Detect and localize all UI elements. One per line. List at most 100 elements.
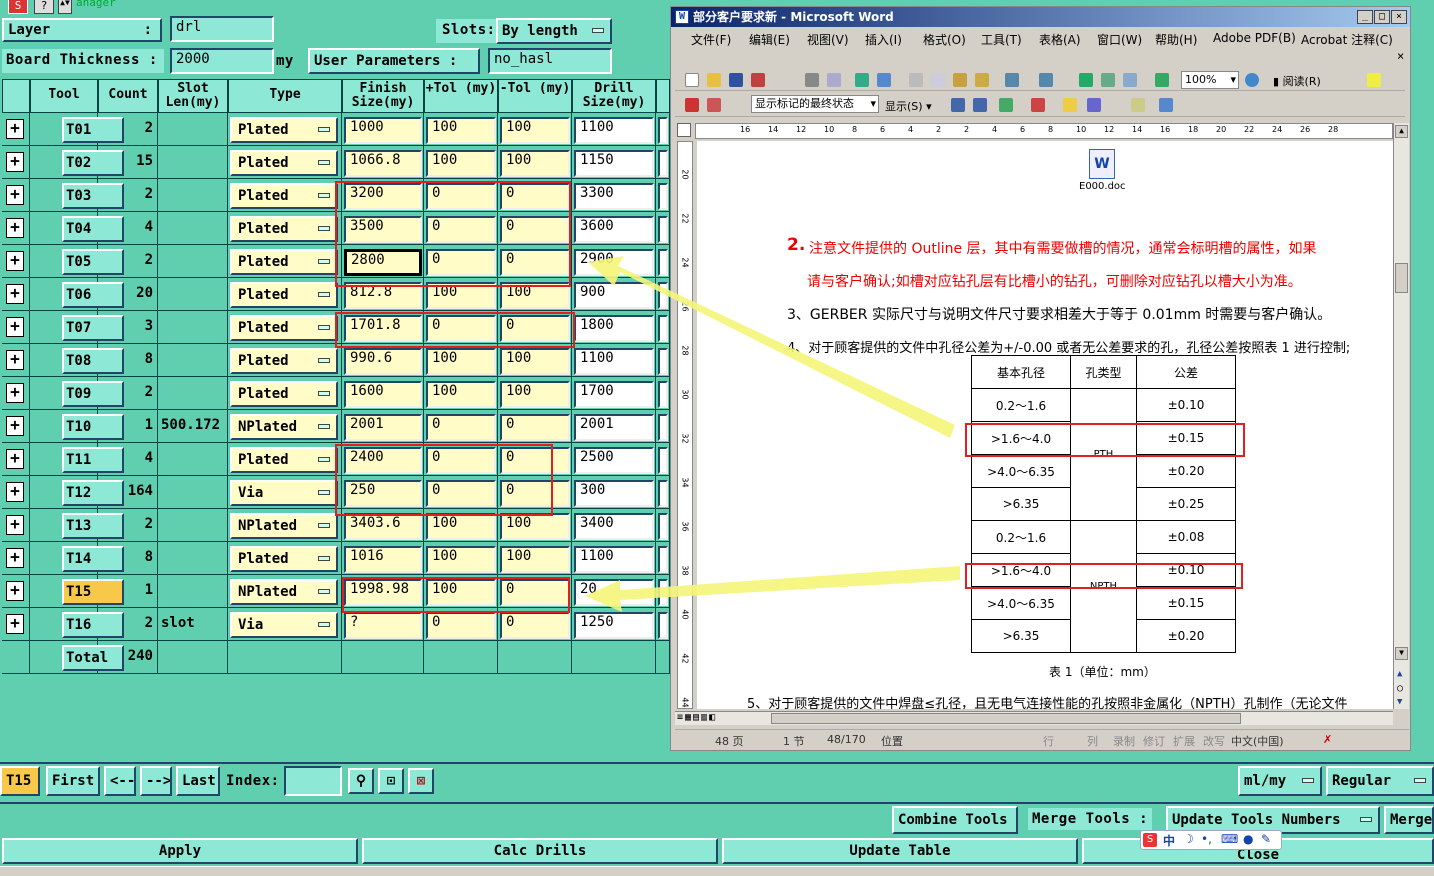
- print-preview-icon[interactable]: [827, 73, 841, 87]
- extra-input[interactable]: [658, 579, 668, 606]
- excel-icon[interactable]: [1155, 73, 1169, 87]
- status-rec[interactable]: 录制: [1113, 733, 1135, 749]
- type-dropdown[interactable]: Via: [230, 612, 338, 638]
- units-dropdown[interactable]: ml/my: [1238, 766, 1322, 796]
- help-question-icon[interactable]: [1245, 73, 1259, 87]
- expand-icon[interactable]: +: [6, 284, 24, 304]
- extra-input[interactable]: [658, 282, 668, 309]
- pdf-email-icon[interactable]: [707, 98, 721, 112]
- sogou-icon[interactable]: S: [1143, 833, 1157, 847]
- expand-icon[interactable]: +: [6, 251, 24, 271]
- user-parameters-button[interactable]: User Parameters :: [308, 48, 480, 74]
- drill-size-input[interactable]: 1100: [574, 546, 654, 573]
- minus-tol-input[interactable]: 100: [500, 117, 570, 144]
- expand-icon[interactable]: +: [6, 119, 24, 139]
- scroll-up-arrow[interactable]: ▲: [1395, 125, 1408, 138]
- search-tool-icon[interactable]: ⚲: [348, 768, 374, 794]
- scroll-thumb[interactable]: [1395, 263, 1408, 293]
- open-icon[interactable]: [707, 73, 721, 87]
- extra-input[interactable]: [658, 546, 668, 573]
- expand-icon[interactable]: +: [6, 548, 24, 568]
- prev-button[interactable]: <--: [104, 766, 136, 796]
- extra-input[interactable]: [658, 414, 668, 441]
- drill-size-input[interactable]: 1250: [574, 612, 654, 639]
- show-markup-button[interactable]: 显示(S) ▾: [885, 98, 932, 114]
- menu-item[interactable]: 窗口(W): [1097, 31, 1142, 48]
- embedded-doc-icon[interactable]: W: [1089, 149, 1115, 179]
- extra-input[interactable]: [658, 447, 668, 474]
- next-change-icon[interactable]: [973, 98, 987, 112]
- format-painter-icon[interactable]: [975, 73, 989, 87]
- ime-mode[interactable]: 中: [1163, 832, 1175, 849]
- finish-size-input[interactable]: 2001: [344, 414, 422, 441]
- drill-size-input[interactable]: 2900: [574, 249, 654, 276]
- extra-input[interactable]: [658, 513, 668, 540]
- type-dropdown[interactable]: Plated: [230, 315, 338, 341]
- view-buttons[interactable]: ≡▦▤▥◧: [677, 712, 717, 723]
- track-changes-icon[interactable]: [1087, 98, 1101, 112]
- drill-size-input[interactable]: 3400: [574, 513, 654, 540]
- horizontal-scrollbar[interactable]: ≡▦▤▥◧: [675, 711, 1393, 725]
- paste-icon[interactable]: [953, 73, 967, 87]
- user-icon[interactable]: ●: [1243, 832, 1253, 846]
- expand-icon[interactable]: +: [6, 185, 24, 205]
- vertical-ruler[interactable]: 20 22 24 26 28 30 32 34 36 38 40 42 44: [677, 141, 693, 709]
- drill-size-input[interactable]: 300: [574, 480, 654, 507]
- tile-icon[interactable]: [1159, 98, 1173, 112]
- drill-size-input[interactable]: 1100: [574, 117, 654, 144]
- next-page-icon[interactable]: ▼: [1397, 697, 1402, 707]
- minus-tol-input[interactable]: 0: [500, 414, 570, 441]
- hscroll-thumb[interactable]: [771, 713, 1241, 724]
- merge-button[interactable]: Merge: [1384, 806, 1434, 834]
- type-dropdown[interactable]: Plated: [230, 381, 338, 407]
- finish-size-input[interactable]: 3403.6: [344, 513, 422, 540]
- browse-object-icon[interactable]: ○: [1397, 683, 1403, 694]
- zoom-select[interactable]: 100% ▾: [1181, 71, 1239, 89]
- plus-tol-input[interactable]: 100: [426, 348, 496, 375]
- wrench-icon[interactable]: ✎: [1261, 832, 1271, 846]
- highlight-icon[interactable]: [1367, 73, 1381, 87]
- save-icon[interactable]: [729, 73, 743, 87]
- word-window[interactable]: 部分客户要求新 - Microsoft Word W _ □ × 文件(F) 编辑…: [670, 6, 1411, 751]
- drill-size-input[interactable]: 20: [574, 579, 654, 606]
- drill-size-input[interactable]: 3300: [574, 183, 654, 210]
- delete-icon[interactable]: ⊠: [408, 768, 434, 794]
- expand-icon[interactable]: +: [6, 317, 24, 337]
- menu-item[interactable]: Adobe PDF(B): [1213, 31, 1296, 45]
- spelling-icon[interactable]: [855, 73, 869, 87]
- minus-tol-input[interactable]: 100: [500, 348, 570, 375]
- menu-item[interactable]: 帮助(H): [1155, 31, 1197, 48]
- document-page[interactable]: W E000.doc 2. 注意文件提供的 Outline 层，其中有需要做槽的…: [697, 141, 1393, 709]
- reject-change-icon[interactable]: [1031, 98, 1045, 112]
- plus-tol-input[interactable]: 0: [426, 414, 496, 441]
- spelling-status-icon[interactable]: ✗: [1323, 733, 1332, 746]
- finish-size-input[interactable]: 1016: [344, 546, 422, 573]
- extra-input[interactable]: [658, 381, 668, 408]
- type-dropdown[interactable]: Plated: [230, 282, 338, 308]
- copy-icon[interactable]: [931, 73, 945, 87]
- reset-icon[interactable]: ⊡: [378, 768, 404, 794]
- maximize-button[interactable]: □: [1374, 10, 1390, 24]
- drill-size-input[interactable]: 1150: [574, 150, 654, 177]
- menu-item[interactable]: 插入(I): [865, 31, 902, 48]
- expand-icon[interactable]: +: [6, 614, 24, 634]
- research-icon[interactable]: [877, 73, 891, 87]
- type-dropdown[interactable]: NPlated: [230, 414, 338, 440]
- drill-size-input[interactable]: 1800: [574, 315, 654, 342]
- minimize-button[interactable]: _: [1357, 10, 1373, 24]
- type-dropdown[interactable]: Plated: [230, 150, 338, 176]
- undo-icon[interactable]: [1005, 73, 1019, 87]
- new-icon[interactable]: [685, 73, 699, 87]
- plus-tol-input[interactable]: 100: [426, 150, 496, 177]
- tables-icon[interactable]: [1101, 73, 1115, 87]
- expand-icon[interactable]: +: [6, 482, 24, 502]
- minus-tol-input[interactable]: 0: [500, 612, 570, 639]
- print-icon[interactable]: [805, 73, 819, 87]
- extra-input[interactable]: [658, 348, 668, 375]
- close-window-button[interactable]: ×: [1391, 10, 1407, 24]
- apply-button[interactable]: Apply: [2, 838, 358, 864]
- expand-icon[interactable]: +: [6, 449, 24, 469]
- type-dropdown[interactable]: Plated: [230, 546, 338, 572]
- reviewing-pane-icon[interactable]: [1131, 98, 1145, 112]
- markup-state-select[interactable]: 显示标记的最终状态 ▾: [751, 95, 879, 113]
